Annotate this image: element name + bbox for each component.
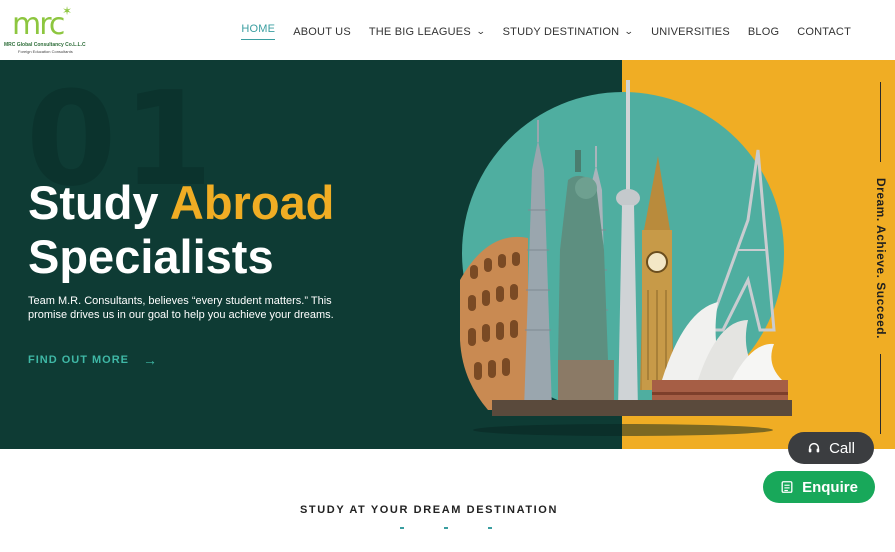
side-divider-top [880,82,881,162]
enquire-label: Enquire [802,478,858,496]
chevron-down-icon: ⌄ [624,26,635,36]
site-logo[interactable]: ✶ mrc MRC Global Consultancy Co.L.L.C Fo… [4,4,96,56]
star-icon: ✶ [62,4,73,18]
hero-title: Study Abroad Specialists [28,176,334,284]
chevron-down-icon: ⌄ [475,26,486,36]
section-dots [400,527,492,529]
section-title: STUDY AT YOUR DREAM DESTINATION [300,504,558,516]
main-nav: HOME ABOUT US THE BIG LEAGUES ⌄ STUDY DES… [241,23,851,40]
nav-the-big-leagues[interactable]: THE BIG LEAGUES ⌄ [369,23,486,40]
colosseum-icon [460,236,528,410]
cn-tower-icon [616,80,640,410]
arrow-right-icon: → [143,352,158,368]
hero-title-word: Study [28,176,159,229]
eiffel-tower-icon [705,149,776,332]
logo-mark: mrc [12,7,65,42]
site-header: ✶ mrc MRC Global Consultancy Co.L.L.C Fo… [0,0,895,60]
hero-section: 01 Study Abroad Specialists Team M.R. Co… [0,60,895,449]
dot-decoration [400,527,404,529]
form-icon [781,481,793,493]
statue-of-liberty-icon [558,150,614,416]
call-label: Call [829,439,855,457]
nav-universities[interactable]: UNIVERSITIES [651,23,730,40]
hero-description: Team M.R. Consultants, believes “every s… [28,295,334,321]
side-tagline: Dream. Achieve. Succeed. [874,178,888,339]
city-base [492,400,792,416]
dot-decoration [488,527,492,529]
headset-icon [808,442,820,453]
hero-title-accent: Abroad [169,176,335,229]
nav-blog[interactable]: BLOG [748,23,779,40]
nav-contact[interactable]: CONTACT [797,23,851,40]
logo-tagline: Foreign Education Consultants [18,49,73,54]
world-landmarks-image [460,80,792,436]
dot-decoration [444,527,448,529]
side-divider-bottom [880,354,881,434]
nav-about-us[interactable]: ABOUT US [293,23,351,40]
nav-home[interactable]: HOME [241,23,276,40]
nav-study-destination[interactable]: STUDY DESTINATION ⌄ [503,23,635,40]
cta-label: FIND OUT MORE [28,354,129,366]
logo-company-name: MRC Global Consultancy Co.L.L.C [4,42,86,48]
find-out-more-link[interactable]: FIND OUT MORE → [28,352,158,368]
hero-title-line2: Specialists [28,230,274,283]
enquire-button[interactable]: Enquire [763,471,875,503]
sydney-opera-house-icon [652,302,788,414]
call-button[interactable]: Call [788,432,874,464]
big-ben-icon [640,156,674,390]
